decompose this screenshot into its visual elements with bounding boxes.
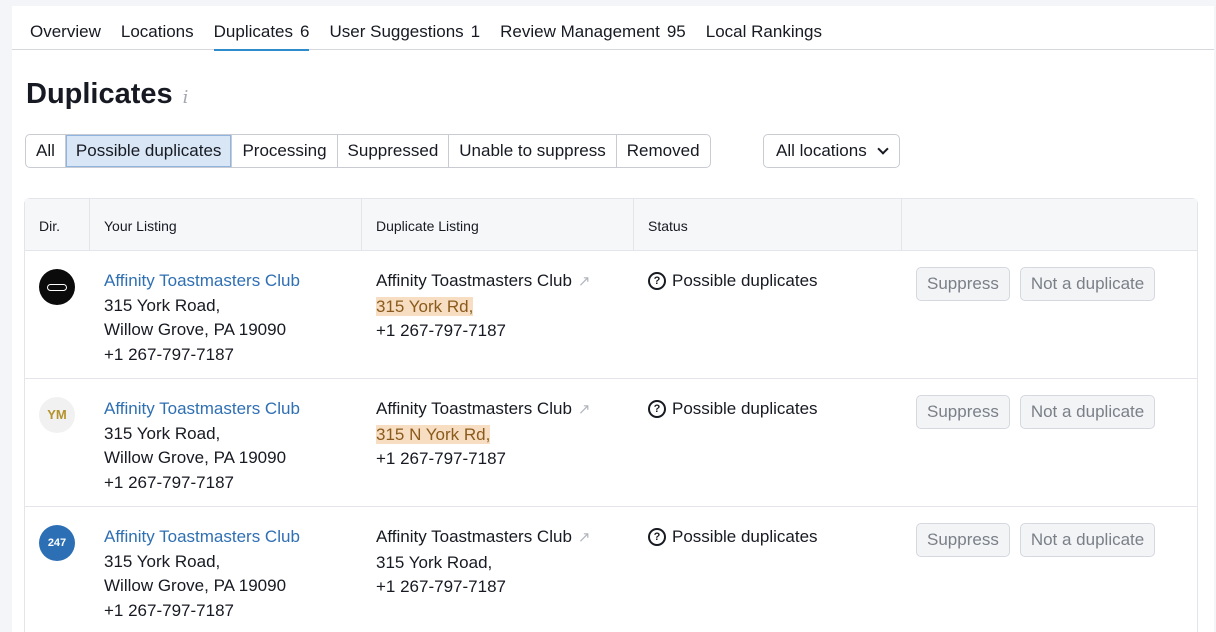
dark-directory-logo-icon bbox=[39, 269, 75, 305]
your-listing-street: 315 York Road, bbox=[104, 295, 221, 315]
chevron-down-icon bbox=[877, 143, 889, 155]
status-badge: ? Possible duplicates bbox=[648, 269, 902, 294]
col-your-listing: Your Listing bbox=[90, 199, 362, 250]
247-directory-logo-icon: 247 bbox=[39, 525, 75, 561]
tab-count: 95 bbox=[666, 22, 686, 41]
your-listing-street: 315 York Road, bbox=[104, 551, 221, 571]
col-actions bbox=[902, 199, 1197, 250]
tab-count: 6 bbox=[300, 22, 310, 41]
your-listing-street: 315 York Road, bbox=[104, 423, 221, 443]
duplicates-table: Dir. Your Listing Duplicate Listing Stat… bbox=[24, 198, 1198, 632]
app-frame: Overview Locations Duplicates 6 User Sugg… bbox=[12, 6, 1214, 632]
tab-count: 1 bbox=[470, 22, 481, 41]
tab-locations[interactable]: Locations bbox=[111, 6, 204, 50]
tab-user-suggestions[interactable]: User Suggestions 1 bbox=[319, 6, 490, 50]
tab-review-management[interactable]: Review Management 95 bbox=[490, 6, 696, 50]
question-circle-icon: ? bbox=[648, 272, 666, 291]
tab-overview[interactable]: Overview bbox=[20, 6, 111, 50]
duplicate-listing-name: Affinity Toastmasters Club bbox=[376, 399, 572, 418]
status-badge: ? Possible duplicates bbox=[648, 397, 902, 422]
external-link-icon[interactable]: ↗ bbox=[578, 270, 591, 295]
duplicate-listing-phone: +1 267-797-7187 bbox=[376, 577, 506, 596]
not-a-duplicate-button[interactable]: Not a duplicate bbox=[1019, 395, 1156, 429]
your-listing-link[interactable]: Affinity Toastmasters Club bbox=[104, 397, 362, 422]
question-circle-icon: ? bbox=[648, 400, 666, 419]
external-link-icon[interactable]: ↗ bbox=[578, 526, 591, 551]
your-listing-phone: +1 267-797-7187 bbox=[104, 600, 234, 620]
duplicate-listing-street: 315 York Road, bbox=[376, 552, 493, 572]
duplicate-listing-name: Affinity Toastmasters Club bbox=[376, 271, 572, 290]
your-listing-city: Willow Grove, PA 19090 bbox=[104, 320, 287, 339]
info-icon[interactable]: i bbox=[183, 87, 189, 108]
filter-suppressed[interactable]: Suppressed bbox=[338, 135, 450, 167]
duplicate-listing-street: 315 N York Rd, bbox=[376, 424, 491, 444]
not-a-duplicate-button[interactable]: Not a duplicate bbox=[1019, 267, 1156, 301]
col-dir: Dir. bbox=[25, 199, 90, 250]
duplicate-listing-name: Affinity Toastmasters Club bbox=[376, 527, 572, 546]
col-duplicate-listing: Duplicate Listing bbox=[362, 199, 634, 250]
not-a-duplicate-button[interactable]: Not a duplicate bbox=[1019, 523, 1156, 557]
your-listing-link[interactable]: Affinity Toastmasters Club bbox=[104, 525, 362, 550]
filter-possible-duplicates[interactable]: Possible duplicates bbox=[65, 135, 233, 167]
your-listing-phone: +1 267-797-7187 bbox=[104, 344, 234, 364]
location-select[interactable]: All locations bbox=[763, 134, 900, 168]
filter-processing[interactable]: Processing bbox=[232, 135, 338, 167]
suppress-button[interactable]: Suppress bbox=[916, 395, 1010, 429]
status-badge: ? Possible duplicates bbox=[648, 525, 902, 550]
suppress-button[interactable]: Suppress bbox=[916, 267, 1010, 301]
status-filter-group: All Possible duplicates Processing Suppr… bbox=[25, 134, 711, 168]
external-link-icon[interactable]: ↗ bbox=[578, 398, 591, 423]
nav-tabs: Overview Locations Duplicates 6 User Sugg… bbox=[12, 6, 1214, 51]
tab-duplicates[interactable]: Duplicates 6 bbox=[204, 6, 320, 51]
filter-removed[interactable]: Removed bbox=[617, 135, 710, 167]
ym-directory-logo-icon: YM bbox=[39, 397, 75, 433]
table-header: Dir. Your Listing Duplicate Listing Stat… bbox=[25, 199, 1197, 251]
duplicate-listing-street: 315 York Rd, bbox=[376, 296, 474, 316]
duplicate-listing-phone: +1 267-797-7187 bbox=[376, 449, 506, 468]
filter-all[interactable]: All bbox=[26, 135, 66, 167]
page-title: Duplicates i bbox=[26, 78, 189, 110]
tab-local-rankings[interactable]: Local Rankings bbox=[696, 6, 832, 50]
duplicate-listing-phone: +1 267-797-7187 bbox=[376, 321, 506, 340]
suppress-button[interactable]: Suppress bbox=[916, 523, 1010, 557]
your-listing-phone: +1 267-797-7187 bbox=[104, 472, 234, 492]
your-listing-city: Willow Grove, PA 19090 bbox=[104, 448, 287, 467]
question-circle-icon: ? bbox=[648, 528, 666, 547]
table-row: 247 Affinity Toastmasters Club 315 York … bbox=[25, 507, 1197, 632]
your-listing-link[interactable]: Affinity Toastmasters Club bbox=[104, 269, 362, 294]
table-row: YM Affinity Toastmasters Club 315 York R… bbox=[25, 379, 1197, 507]
table-row: Affinity Toastmasters Club 315 York Road… bbox=[25, 251, 1197, 379]
filter-unable-to-suppress[interactable]: Unable to suppress bbox=[449, 135, 617, 167]
col-status: Status bbox=[634, 199, 902, 250]
your-listing-city: Willow Grove, PA 19090 bbox=[104, 576, 287, 595]
